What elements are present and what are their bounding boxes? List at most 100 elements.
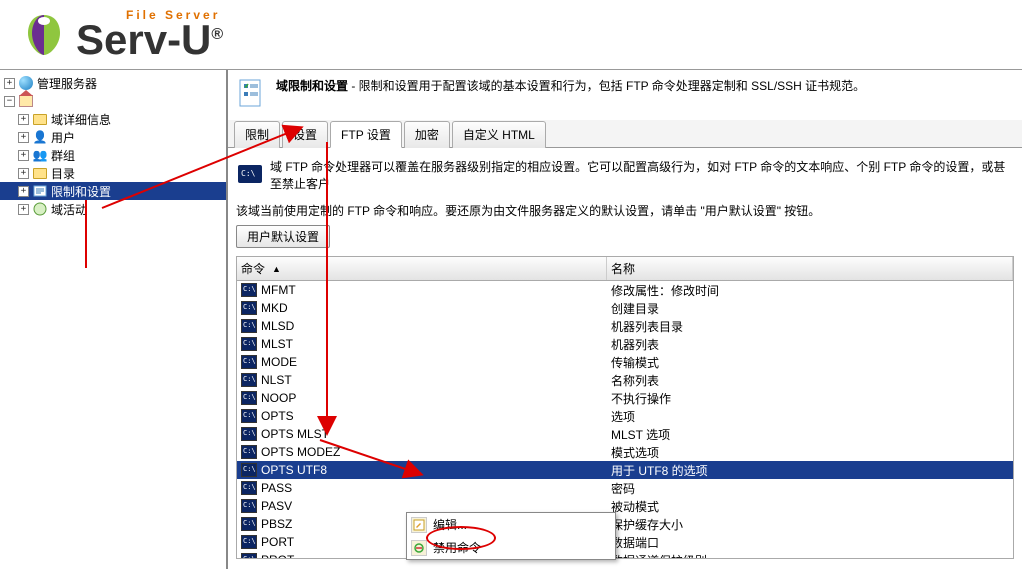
description-text: 域限制和设置 - 限制和设置用于配置该域的基本设置和行为，包括 FTP 命令处理…	[276, 78, 865, 95]
command-icon	[241, 319, 257, 333]
cell-command: PASV	[261, 499, 292, 513]
expand-icon[interactable]: +	[18, 204, 29, 215]
tree-label: 限制和设置	[51, 183, 111, 200]
sidebar: + 管理服务器 − + 域详细信息 + 👤 用户	[0, 70, 228, 569]
table-row[interactable]: PBSZ 保护缓存大小	[237, 515, 1013, 533]
command-icon	[241, 535, 257, 549]
table-row[interactable]: OPTS MODEZ模式选项	[237, 443, 1013, 461]
cell-command: PBSZ	[261, 517, 292, 531]
expand-icon[interactable]: +	[4, 78, 15, 89]
command-icon	[241, 409, 257, 423]
tree-item-limits-settings[interactable]: + 限制和设置	[0, 182, 226, 200]
menu-item-edit[interactable]: 编辑...	[407, 513, 615, 536]
tree-item-groups[interactable]: + 👥 群组	[0, 146, 226, 164]
settings-icon	[32, 183, 48, 199]
cell-command: OPTS MODEZ	[261, 445, 340, 459]
tree-item-directories[interactable]: + 目录	[0, 164, 226, 182]
reset-defaults-button[interactable]: 用户默认设置	[236, 225, 330, 248]
cell-name: 修改属性：修改时间	[607, 282, 1013, 299]
cell-name: 机器列表	[607, 336, 1013, 353]
table-row[interactable]: PASS 密码	[237, 479, 1013, 497]
tab-ftp-settings[interactable]: FTP 设置	[330, 121, 402, 148]
cell-name: 用于 UTF8 的选项	[607, 462, 1013, 479]
table-row[interactable]: NLST名称列表	[237, 371, 1013, 389]
header-command[interactable]: 命令▲	[237, 257, 607, 280]
cell-command: MFMT	[261, 283, 296, 297]
cell-name: 密码	[607, 480, 1013, 497]
folder-icon	[32, 111, 48, 127]
table-row[interactable]: MODE传输模式	[237, 353, 1013, 371]
cell-name: 机器列表目录	[607, 318, 1013, 335]
tree-item-users[interactable]: + 👤 用户	[0, 128, 226, 146]
expand-icon[interactable]: +	[18, 132, 29, 143]
cell-name: 保护缓存大小	[607, 516, 1013, 533]
table-row[interactable]: PORT数据端口	[237, 533, 1013, 551]
tree-label: 管理服务器	[37, 75, 97, 92]
expand-icon[interactable]: +	[18, 168, 29, 179]
command-icon	[241, 427, 257, 441]
command-icon	[241, 517, 257, 531]
cell-name: 数据端口	[607, 534, 1013, 551]
app-header: File Server Serv-U®	[0, 0, 1022, 70]
user-icon: 👤	[32, 129, 48, 145]
tree-item-domain-activity[interactable]: + 域活动	[0, 200, 226, 218]
table-row[interactable]: NOOP不执行操作	[237, 389, 1013, 407]
cell-command: MLSD	[261, 319, 294, 333]
tab-limits[interactable]: 限制	[234, 121, 280, 148]
collapse-icon[interactable]: −	[4, 96, 15, 107]
ftp-settings-panel: C:\ 域 FTP 命令处理器可以覆盖在服务器级别指定的相应设置。它可以配置高级…	[228, 148, 1022, 569]
tab-encryption[interactable]: 加密	[404, 121, 450, 148]
table-row[interactable]: OPTS UTF8 用于 UTF8 的选项	[237, 461, 1013, 479]
table-row[interactable]: PASV 被动模式	[237, 497, 1013, 515]
tree-item-domain-details[interactable]: + 域详细信息	[0, 110, 226, 128]
cell-command: OPTS UTF8	[261, 463, 327, 477]
tree-label: 群组	[51, 147, 75, 164]
nav-tree: + 管理服务器 − + 域详细信息 + 👤 用户	[0, 70, 226, 222]
tree-item-domain-root[interactable]: −	[0, 92, 226, 110]
command-icon	[241, 355, 257, 369]
group-icon: 👥	[32, 147, 48, 163]
table-row[interactable]: PROT数据通道保护级别	[237, 551, 1013, 559]
cell-command: NOOP	[261, 391, 296, 405]
activity-icon	[32, 201, 48, 217]
cell-command: MLST	[261, 337, 293, 351]
tab-custom-html[interactable]: 自定义 HTML	[452, 121, 546, 148]
cell-name: 数据通道保护级别	[607, 552, 1013, 560]
expand-icon[interactable]: +	[18, 186, 29, 197]
command-icon	[241, 553, 257, 559]
page-title: 域限制和设置	[276, 79, 348, 93]
table-row[interactable]: MKD创建目录	[237, 299, 1013, 317]
cell-name: 选项	[607, 408, 1013, 425]
cell-command: PASS	[261, 481, 292, 495]
table-row[interactable]: MFMT 修改属性：修改时间	[237, 281, 1013, 299]
globe-icon	[18, 75, 34, 91]
header-name[interactable]: 名称	[607, 257, 1013, 280]
cell-command: OPTS	[261, 409, 294, 423]
command-icon	[241, 391, 257, 405]
table-row[interactable]: MLSD 机器列表目录	[237, 317, 1013, 335]
folder-icon	[32, 165, 48, 181]
app-logo-icon	[20, 11, 68, 59]
command-icon	[241, 283, 257, 297]
command-icon	[241, 499, 257, 513]
sort-asc-icon: ▲	[272, 264, 281, 274]
info-row-1: C:\ 域 FTP 命令处理器可以覆盖在服务器级别指定的相应设置。它可以配置高级…	[236, 158, 1014, 192]
cell-command: MODE	[261, 355, 297, 369]
command-icon	[241, 337, 257, 351]
tree-item-manage-server[interactable]: + 管理服务器	[0, 74, 226, 92]
command-icon	[241, 463, 257, 477]
table-row[interactable]: MLST 机器列表	[237, 335, 1013, 353]
table-row[interactable]: OPTS 选项	[237, 407, 1013, 425]
tree-label: 目录	[51, 165, 75, 182]
tab-settings[interactable]: 设置	[282, 121, 328, 148]
expand-icon[interactable]: +	[18, 150, 29, 161]
page-icon	[236, 78, 268, 110]
cell-name: 被动模式	[607, 498, 1013, 515]
cell-command: OPTS MLST	[261, 427, 329, 441]
brand-text: File Server Serv-U®	[76, 9, 223, 61]
table-row[interactable]: OPTS MLSTMLST 选项	[237, 425, 1013, 443]
menu-item-disable[interactable]: 禁用命令	[407, 536, 615, 559]
tree-label: 域活动	[51, 201, 87, 218]
expand-icon[interactable]: +	[18, 114, 29, 125]
context-menu: 编辑... 禁用命令	[406, 512, 616, 560]
